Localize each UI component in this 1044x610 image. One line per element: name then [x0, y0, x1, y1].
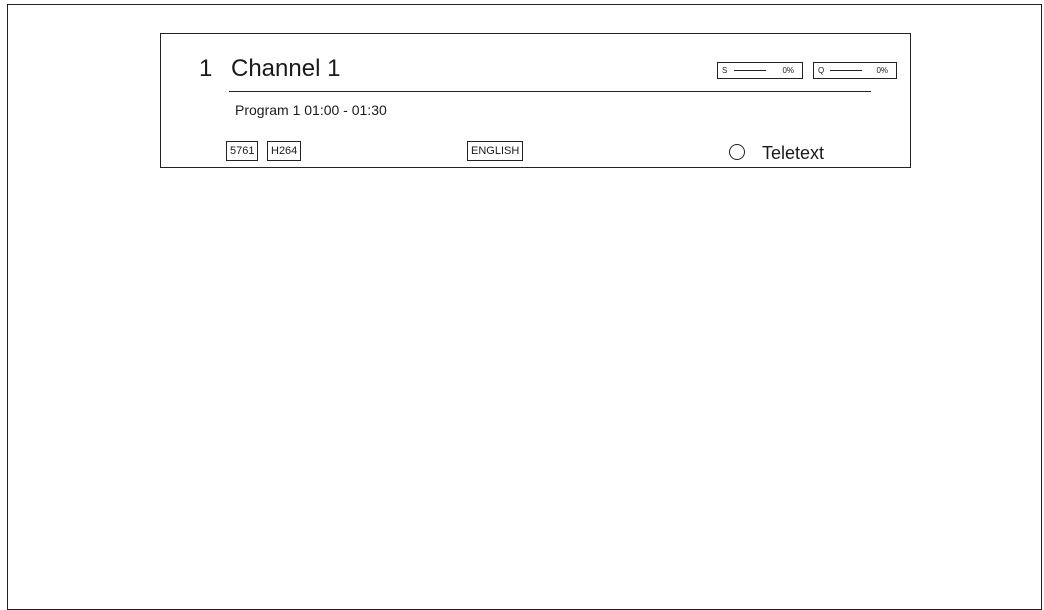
signal-quality-label: Q — [818, 66, 825, 75]
channel-number: 1 — [199, 55, 213, 82]
program-time: 01:00 - 01:30 — [304, 102, 387, 118]
banner-divider — [229, 91, 871, 92]
signal-strength-label: S — [722, 66, 728, 75]
signal-quality-meter: Q 0% — [813, 62, 897, 79]
tv-screen: 1 Channel 1 S 0% Q 0% Program 1 01:00 - … — [7, 4, 1042, 610]
signal-strength-meter: S 0% — [717, 62, 803, 79]
signal-quality-value: 0% — [876, 66, 888, 75]
teletext-label[interactable]: Teletext — [762, 141, 824, 165]
audio-language-tag[interactable]: ENGLISH — [467, 141, 524, 161]
channel-info-banner: 1 Channel 1 S 0% Q 0% Program 1 01:00 - … — [160, 33, 911, 168]
channel-name: Channel 1 — [231, 55, 341, 82]
signal-quality-bar — [830, 70, 862, 71]
codec-tag: H264 — [267, 141, 302, 161]
circle-outline-icon[interactable] — [729, 144, 745, 160]
program-title: Program 1 — [235, 102, 301, 118]
pid-tag: 5761 — [226, 141, 259, 161]
signal-strength-value: 0% — [782, 66, 794, 75]
program-info: Program 1 01:00 - 01:30 — [235, 100, 387, 120]
signal-strength-bar — [734, 70, 766, 71]
